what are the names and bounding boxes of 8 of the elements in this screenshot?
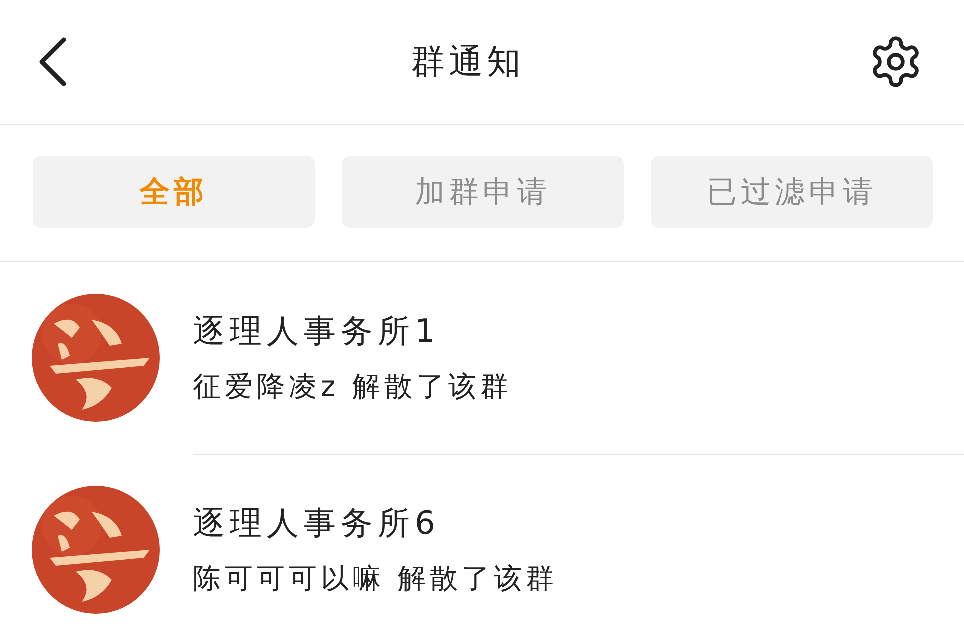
page-title: 群通知 [411,41,525,84]
filter-tab[interactable]: 已过滤申请 [651,156,933,228]
notice-message: 陈可可可以嘛 解散了该群 [193,561,559,597]
group-name: 逐理人事务所1 [193,310,442,352]
notice-message: 征爱降凌z 解散了该群 [193,368,514,404]
group-name: 逐理人事务所6 [193,503,442,544]
filter-tab[interactable]: 全部 [33,156,315,228]
filter-tab[interactable]: 加群申请 [342,156,624,228]
